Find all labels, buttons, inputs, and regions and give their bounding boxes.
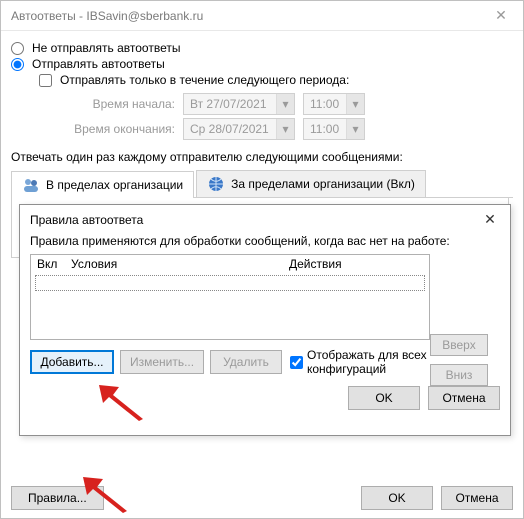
- chevron-down-icon: ▾: [276, 119, 294, 139]
- end-date-value: Ср 28/07/2021: [184, 122, 276, 136]
- end-time-value: 11:00: [304, 122, 346, 136]
- rules-list-selection[interactable]: [35, 275, 425, 291]
- radio-send-input[interactable]: [11, 58, 24, 71]
- end-label: Время окончания:: [57, 122, 175, 136]
- rules-dialog-title: Правила автоответа: [30, 213, 478, 227]
- rules-dialog-desc: Правила применяются для обработки сообще…: [30, 234, 500, 248]
- move-up-button[interactable]: Вверх: [430, 334, 488, 356]
- globe-icon: [207, 175, 225, 193]
- rules-ok-button[interactable]: OK: [348, 386, 420, 410]
- period-checkbox-label: Отправлять только в течение следующего п…: [60, 73, 349, 87]
- start-date-combo: Вт 27/07/2021 ▾: [183, 93, 295, 115]
- rules-dialog: Правила автоответа ✕ Правила применяются…: [19, 204, 511, 436]
- delete-rule-button[interactable]: Удалить: [210, 350, 282, 374]
- tab-inside-org[interactable]: В пределах организации: [11, 171, 194, 198]
- autoresponder-window: Автоответы - IBSavin@sberbank.ru ✕ Не от…: [0, 0, 524, 519]
- radio-dont-send-label: Не отправлять автоответы: [32, 41, 180, 55]
- annotation-arrow-icon: [99, 385, 145, 421]
- add-rule-button[interactable]: Добавить...: [30, 350, 114, 374]
- col-actions: Действия: [289, 257, 342, 271]
- close-icon[interactable]: ✕: [479, 1, 523, 31]
- titlebar: Автоответы - IBSavin@sberbank.ru ✕: [1, 1, 523, 31]
- cancel-button[interactable]: Отмена: [441, 486, 513, 510]
- people-icon: [22, 176, 40, 194]
- tab-outside-org[interactable]: За пределами организации (Вкл): [196, 170, 426, 197]
- period-checkbox-row[interactable]: Отправлять только в течение следующего п…: [39, 73, 513, 87]
- rules-cancel-button[interactable]: Отмена: [428, 386, 500, 410]
- show-all-checkbox[interactable]: [290, 356, 303, 369]
- radio-dont-send-input[interactable]: [11, 42, 24, 55]
- chevron-down-icon: ▾: [346, 94, 364, 114]
- radio-send-label: Отправлять автоответы: [32, 57, 165, 71]
- col-enabled: Вкл: [37, 257, 71, 271]
- period-grid: Время начала: Вт 27/07/2021 ▾ 11:00 ▾ Вр…: [57, 93, 513, 140]
- tab-inside-label: В пределах организации: [46, 178, 183, 192]
- col-conditions: Условия: [71, 257, 289, 271]
- edit-rule-button[interactable]: Изменить...: [120, 350, 204, 374]
- start-time-value: 11:00: [304, 97, 346, 111]
- window-title: Автоответы - IBSavin@sberbank.ru: [11, 9, 479, 23]
- rules-list[interactable]: Вкл Условия Действия: [30, 254, 430, 340]
- start-time-combo: 11:00 ▾: [303, 93, 365, 115]
- annotation-arrow-icon: [83, 477, 129, 513]
- ok-button[interactable]: OK: [361, 486, 433, 510]
- chevron-down-icon: ▾: [276, 94, 294, 114]
- period-checkbox[interactable]: [39, 74, 52, 87]
- end-time-combo: 11:00 ▾: [303, 118, 365, 140]
- start-label: Время начала:: [57, 97, 175, 111]
- end-date-combo: Ср 28/07/2021 ▾: [183, 118, 295, 140]
- radio-send[interactable]: Отправлять автоответы: [11, 57, 513, 71]
- radio-dont-send[interactable]: Не отправлять автоответы: [11, 41, 513, 55]
- move-down-button[interactable]: Вниз: [430, 364, 488, 386]
- start-date-value: Вт 27/07/2021: [184, 97, 276, 111]
- tab-outside-label: За пределами организации (Вкл): [231, 177, 415, 191]
- close-icon[interactable]: ✕: [478, 211, 502, 228]
- reply-section-label: Отвечать один раз каждому отправителю сл…: [11, 150, 513, 164]
- tab-strip: В пределах организации За пределами орга…: [11, 170, 513, 198]
- chevron-down-icon: ▾: [346, 119, 364, 139]
